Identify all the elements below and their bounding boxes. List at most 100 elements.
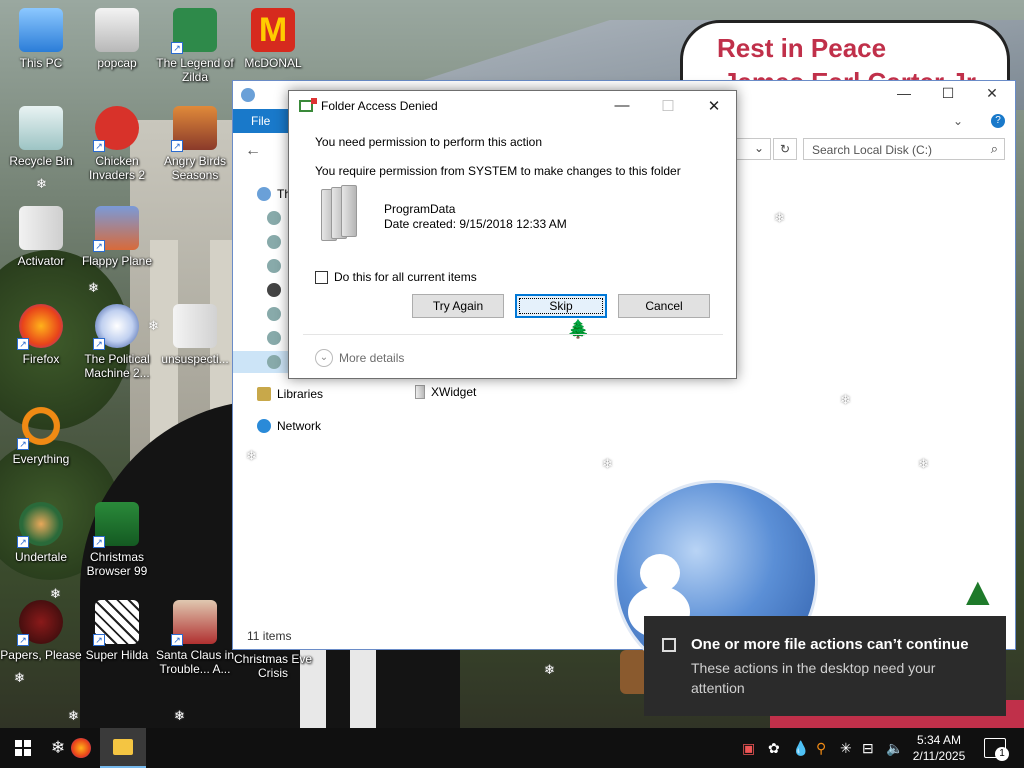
- desktop-icon-recycle-bin[interactable]: Recycle Bin: [0, 106, 82, 168]
- volume-icon[interactable]: 🔈: [886, 740, 903, 757]
- snowflake-icon: ❄: [14, 670, 25, 685]
- desktop-icon-label: Christmas Browser 99: [86, 550, 148, 578]
- snowflake-icon: ❄: [68, 708, 79, 723]
- checkbox-box[interactable]: [315, 270, 328, 284]
- nav-item-this-pc[interactable]: Th: [257, 187, 291, 201]
- tray-app-icon[interactable]: ▣: [742, 740, 755, 757]
- desktop-icon-label: popcap: [97, 56, 137, 70]
- tray-search-icon[interactable]: ⚲: [816, 740, 826, 757]
- toast-title: One or more file actions can’t continue: [691, 636, 969, 653]
- taskbar-firefox[interactable]: [58, 728, 104, 768]
- file-icon: [173, 304, 217, 348]
- desktop-icon-chicken-invaders[interactable]: ↗ Chicken Invaders 2: [76, 106, 158, 182]
- minimize-button[interactable]: —: [607, 97, 637, 114]
- file-icon: [19, 206, 63, 250]
- desktop-icon-papers-please[interactable]: ↗ Papers, Please: [0, 600, 82, 662]
- close-button[interactable]: ✕: [969, 85, 1015, 102]
- nav-item-drive[interactable]: [267, 283, 281, 297]
- desktop-icon-flappy-plane[interactable]: ↗ Flappy Plane: [76, 206, 158, 268]
- snowflake-icon: ❄: [774, 210, 785, 225]
- desktop-icon-this-pc[interactable]: This PC: [0, 8, 82, 70]
- computer-icon: [257, 187, 271, 201]
- nav-item-local-disk[interactable]: [267, 355, 281, 369]
- folder-access-denied-dialog[interactable]: Folder Access Denied — ☐ ✕ You need perm…: [288, 90, 737, 379]
- search-placeholder: Search Local Disk (C:): [812, 143, 933, 157]
- nav-item-drive[interactable]: [267, 235, 281, 249]
- folder-date: Date created: 9/15/2018 12:33 AM: [384, 217, 567, 231]
- snowflake-icon: ❄: [544, 662, 555, 677]
- back-arrow-icon[interactable]: ←: [245, 142, 261, 160]
- desktop-icon-unsuspecting[interactable]: unsuspecti...: [154, 304, 236, 366]
- status-bar-count: 11 items: [247, 629, 292, 643]
- folder-icon: [113, 739, 133, 755]
- file-tab[interactable]: File: [233, 109, 289, 133]
- apply-to-all-checkbox[interactable]: Do this for all current items: [315, 270, 477, 284]
- drive-icon: [267, 283, 281, 297]
- desktop-icon-label: Chicken Invaders 2: [88, 154, 146, 182]
- snowman-head: [640, 554, 680, 592]
- desktop-icon-label: unsuspecti...: [161, 352, 229, 366]
- popcap-icon: [95, 8, 139, 52]
- tray-drop-icon[interactable]: 💧: [792, 740, 809, 757]
- skip-button[interactable]: Skip: [515, 294, 607, 318]
- desktop-icon-angry-birds[interactable]: ↗ Angry Birds Seasons: [154, 106, 236, 182]
- drive-icon: [267, 259, 281, 273]
- nav-item-drive[interactable]: [267, 331, 281, 345]
- nav-item-drive[interactable]: [267, 307, 281, 321]
- search-input[interactable]: Search Local Disk (C:) ⌕: [803, 138, 1005, 160]
- notification-count-badge: 1: [995, 747, 1009, 761]
- desktop-icon-political-machine[interactable]: ↗ The Political Machine 2...: [76, 304, 158, 380]
- desktop-icon-activator[interactable]: Activator: [0, 206, 82, 268]
- tray-snowflake-icon[interactable]: ✳: [840, 740, 852, 757]
- cancel-button[interactable]: Cancel: [618, 294, 710, 318]
- maximize-button[interactable]: ☐: [925, 85, 971, 102]
- tray-app-icon[interactable]: ✿: [768, 740, 780, 757]
- ribbon-expand-icon[interactable]: ⌄: [953, 114, 963, 128]
- taskbar-file-explorer[interactable]: [100, 728, 146, 768]
- start-button[interactable]: [0, 728, 46, 768]
- network-icon: [257, 419, 271, 433]
- explorer-app-icon: [241, 88, 255, 102]
- zilda-icon: ↗: [171, 8, 217, 54]
- search-icon: ⌕: [990, 141, 998, 156]
- close-button[interactable]: ✕: [699, 97, 729, 115]
- refresh-button[interactable]: ↻: [773, 138, 797, 160]
- chevron-down-icon: ⌄: [315, 349, 333, 367]
- notification-center-button[interactable]: 1: [984, 738, 1009, 761]
- desktop-icon-label: Recycle Bin: [9, 154, 73, 168]
- mcdonalds-icon: M: [251, 8, 295, 52]
- taskbar-clock[interactable]: 5:34 AM 2/11/2025: [908, 732, 970, 764]
- desktop-icon-christmas-browser[interactable]: ↗ Christmas Browser 99: [76, 502, 158, 578]
- desktop-icon-mcdonal[interactable]: M McDONAL: [232, 8, 314, 70]
- dialog-detail: You require permission from SYSTEM to ma…: [315, 164, 681, 178]
- folder-warning-icon: [299, 98, 317, 112]
- clock-time: 5:34 AM: [916, 733, 962, 747]
- desktop-icon-label: Firefox: [22, 352, 60, 366]
- more-details-toggle[interactable]: ⌄ More details: [315, 349, 404, 367]
- nav-item-drive[interactable]: [267, 259, 281, 273]
- desktop-icon-super-hilda[interactable]: ↗ Super Hilda: [76, 600, 158, 662]
- desktop-icon-label: Everything: [12, 452, 70, 466]
- minimize-button[interactable]: —: [881, 85, 927, 101]
- file-item-xwidget[interactable]: XWidget: [415, 385, 476, 399]
- desktop-icon-popcap[interactable]: popcap: [76, 8, 158, 70]
- christmas-tree-icon: ▲: [958, 570, 998, 614]
- help-icon[interactable]: ?: [991, 114, 1005, 128]
- network-icon[interactable]: ⊟: [862, 740, 874, 757]
- desktop-icon-christmas-eve-crisis[interactable]: Christmas Eve Crisis: [232, 652, 314, 680]
- snowflake-icon: ❄: [174, 708, 185, 723]
- political-machine-icon: ↗: [93, 304, 139, 350]
- nav-item-libraries[interactable]: Libraries: [257, 387, 323, 401]
- desktop-icon-firefox[interactable]: ↗ Firefox: [0, 304, 82, 366]
- nav-item-label: Network: [277, 419, 322, 433]
- maximize-button: ☐: [661, 98, 675, 115]
- desktop-icon-santa-claus[interactable]: ↗ Santa Claus in Trouble... A...: [154, 600, 236, 676]
- desktop-icon-legend-of-zilda[interactable]: ↗ The Legend of Zilda: [154, 8, 236, 84]
- nav-item-drive[interactable]: [267, 211, 281, 225]
- address-dropdown[interactable]: ⌄: [733, 138, 771, 160]
- try-again-button[interactable]: Try Again: [412, 294, 504, 318]
- toast-notification[interactable]: One or more file actions can’t continue …: [644, 616, 1006, 716]
- desktop-icon-everything[interactable]: ↗ Everything: [0, 404, 82, 466]
- desktop-icon-undertale[interactable]: ↗ Undertale: [0, 502, 82, 564]
- nav-item-network[interactable]: Network: [257, 419, 321, 433]
